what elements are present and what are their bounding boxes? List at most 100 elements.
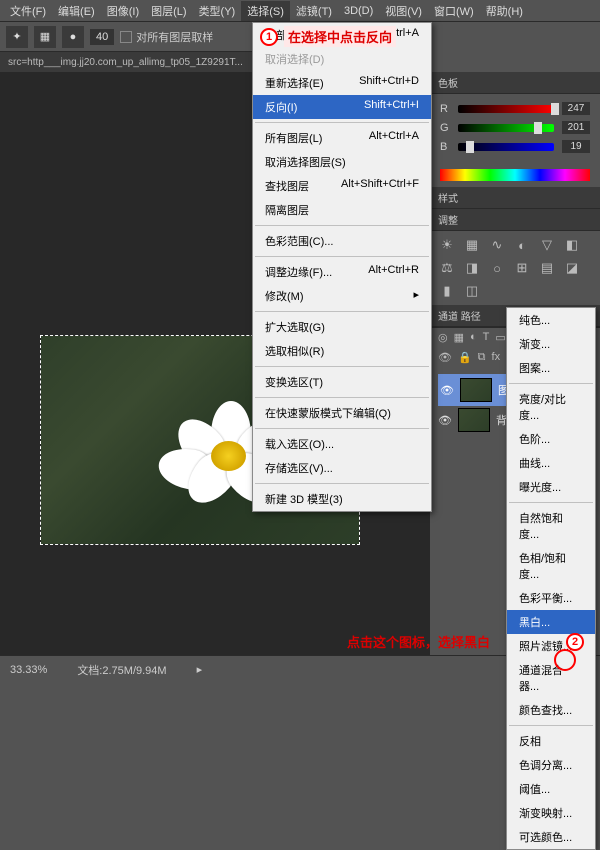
adj-menu-item[interactable]: 图案... — [507, 356, 595, 380]
select-menu-item[interactable]: 取消选择图层(S) — [253, 150, 431, 174]
adj-menu-item[interactable]: 渐变映射... — [507, 801, 595, 825]
adj-menu-item[interactable]: 纯色... — [507, 308, 595, 332]
invert-icon[interactable]: ◪ — [563, 260, 581, 276]
b-value[interactable]: 19 — [562, 140, 590, 153]
r-value[interactable]: 247 — [562, 102, 590, 115]
menu-view[interactable]: 视图(V) — [379, 1, 428, 21]
adj-menu-item[interactable]: 颜色查找... — [507, 698, 595, 722]
bw-icon[interactable]: ◨ — [463, 260, 481, 276]
adj-menu-item[interactable]: 曲线... — [507, 451, 595, 475]
threshold-icon[interactable]: ◫ — [463, 283, 481, 299]
badge-1: 1 — [260, 28, 278, 46]
menu-layer[interactable]: 图层(L) — [145, 1, 192, 21]
badge-2: 2 — [566, 633, 584, 651]
select-menu-item[interactable]: 选取相似(R) — [253, 339, 431, 363]
adj-menu-item[interactable]: 反相 — [507, 729, 595, 753]
select-menu-item[interactable]: 调整边缘(F)...Alt+Ctrl+R — [253, 260, 431, 284]
lock-icon[interactable]: 🔒 — [458, 351, 472, 364]
status-chevron-icon[interactable]: ▸ — [197, 663, 203, 676]
adj-menu-item[interactable]: 亮度/对比度... — [507, 387, 595, 427]
adj-menu-item[interactable]: 渐变... — [507, 332, 595, 356]
select-menu-item[interactable]: 重新选择(E)Shift+Ctrl+D — [253, 71, 431, 95]
sample-all-layers-checkbox[interactable]: 对所有图层取样 — [120, 29, 213, 45]
curves-icon[interactable]: ∿ — [488, 237, 506, 253]
select-dropdown-menu: 全部(A)Ctrl+A取消选择(D)重新选择(E)Shift+Ctrl+D反向(… — [252, 22, 432, 512]
menu-file[interactable]: 文件(F) — [4, 1, 52, 21]
adj-menu-item[interactable]: 色彩平衡... — [507, 586, 595, 610]
mixer-icon[interactable]: ⊞ — [513, 260, 531, 276]
visibility-icon[interactable]: 👁 — [438, 414, 452, 427]
adj-menu-item[interactable]: 色相/饱和度... — [507, 546, 595, 586]
menu-image[interactable]: 图像(I) — [101, 1, 145, 21]
adj-menu-item[interactable]: 色调分离... — [507, 753, 595, 777]
adj-menu-item[interactable]: 阈值... — [507, 777, 595, 801]
menu-type[interactable]: 类型(Y) — [193, 1, 242, 21]
adj-menu-item[interactable]: 通道混合器... — [507, 658, 595, 698]
filter-adj-icon[interactable]: ◐ — [470, 331, 477, 344]
r-label: R — [440, 103, 450, 115]
filter-pixel-icon[interactable]: ▦ — [454, 331, 464, 344]
styles-panel-header[interactable]: 样式 — [430, 187, 600, 209]
annotation-1-text: 在选择中点击反向 — [284, 26, 396, 47]
select-menu-item[interactable]: 色彩范围(C)... — [253, 229, 431, 253]
filter-text-icon[interactable]: T — [483, 331, 490, 344]
adj-menu-item[interactable]: 色阶... — [507, 427, 595, 451]
zoom-level[interactable]: 33.33% — [10, 664, 47, 676]
b-label: B — [440, 141, 450, 153]
layer-thumb — [458, 408, 490, 432]
b-slider[interactable] — [458, 143, 554, 151]
balance-icon[interactable]: ⚖ — [438, 260, 456, 276]
lookup-icon[interactable]: ▤ — [538, 260, 556, 276]
select-menu-item[interactable]: 在快速蒙版模式下编辑(Q) — [253, 401, 431, 425]
select-menu-item[interactable]: 所有图层(L)Alt+Ctrl+A — [253, 126, 431, 150]
adj-menu-item[interactable]: 黑白... — [507, 610, 595, 634]
filter-icon[interactable]: ○ — [488, 260, 506, 276]
swatches-panel-header[interactable]: 色板 — [430, 72, 600, 94]
select-menu-item[interactable]: 新建 3D 模型(3) — [253, 487, 431, 511]
levels-icon[interactable]: ▦ — [463, 237, 481, 253]
menu-select[interactable]: 选择(S) — [241, 1, 290, 21]
menu-edit[interactable]: 编辑(E) — [52, 1, 101, 21]
exposure-icon[interactable]: ◐ — [513, 237, 531, 253]
brightness-icon[interactable]: ☀ — [438, 237, 456, 253]
g-value[interactable]: 201 — [562, 121, 590, 134]
fx-icon[interactable]: fx — [492, 351, 501, 364]
annotation-2-text: 点击这个图标，选择黑白 — [347, 632, 490, 651]
g-slider[interactable] — [458, 124, 554, 132]
vibrance-icon[interactable]: ▽ — [538, 237, 556, 253]
select-menu-item[interactable]: 变换选区(T) — [253, 370, 431, 394]
g-label: G — [440, 122, 450, 134]
link-icon[interactable]: ⧉ — [478, 351, 486, 364]
annotation-2-ring: 2 — [554, 649, 576, 671]
menu-filter[interactable]: 滤镜(T) — [290, 1, 338, 21]
select-menu-item[interactable]: 修改(M)▸ — [253, 284, 431, 308]
select-menu-item[interactable]: 隔离图层 — [253, 198, 431, 222]
hue-icon[interactable]: ◧ — [563, 237, 581, 253]
adjustments-panel-header[interactable]: 调整 — [430, 209, 600, 231]
adj-menu-item[interactable]: 可选颜色... — [507, 825, 595, 849]
menu-3d[interactable]: 3D(D) — [338, 3, 379, 19]
select-menu-item[interactable]: 存储选区(V)... — [253, 456, 431, 480]
menubar: 文件(F) 编辑(E) 图像(I) 图层(L) 类型(Y) 选择(S) 滤镜(T… — [0, 0, 600, 22]
wand-tool-icon[interactable]: ✦ — [6, 26, 28, 48]
brush-size-icon[interactable]: ● — [62, 26, 84, 48]
select-menu-item[interactable]: 取消选择(D) — [253, 47, 431, 71]
visibility-icon[interactable]: 👁 — [440, 384, 454, 397]
select-menu-item[interactable]: 查找图层Alt+Shift+Ctrl+F — [253, 174, 431, 198]
filter-shape-icon[interactable]: ▭ — [495, 331, 505, 344]
select-menu-item[interactable]: 反向(I)Shift+Ctrl+I — [253, 95, 431, 119]
filter-kind-icon[interactable]: ◎ — [438, 331, 448, 344]
posterize-icon[interactable]: ▮ — [438, 283, 456, 299]
menu-help[interactable]: 帮助(H) — [480, 1, 529, 21]
select-menu-item[interactable]: 载入选区(O)... — [253, 432, 431, 456]
tolerance-value[interactable]: 40 — [90, 29, 114, 45]
adj-menu-item[interactable]: 自然饱和度... — [507, 506, 595, 546]
select-menu-item[interactable]: 扩大选取(G) — [253, 315, 431, 339]
adj-menu-item[interactable]: 曝光度... — [507, 475, 595, 499]
r-slider[interactable] — [458, 105, 554, 113]
selection-mode-icon[interactable]: ▦ — [34, 26, 56, 48]
annotation-1: 1 在选择中点击反向 — [260, 26, 396, 47]
eye-icon[interactable]: 👁 — [438, 351, 452, 364]
color-spectrum[interactable] — [440, 169, 590, 181]
menu-window[interactable]: 窗口(W) — [428, 1, 480, 21]
